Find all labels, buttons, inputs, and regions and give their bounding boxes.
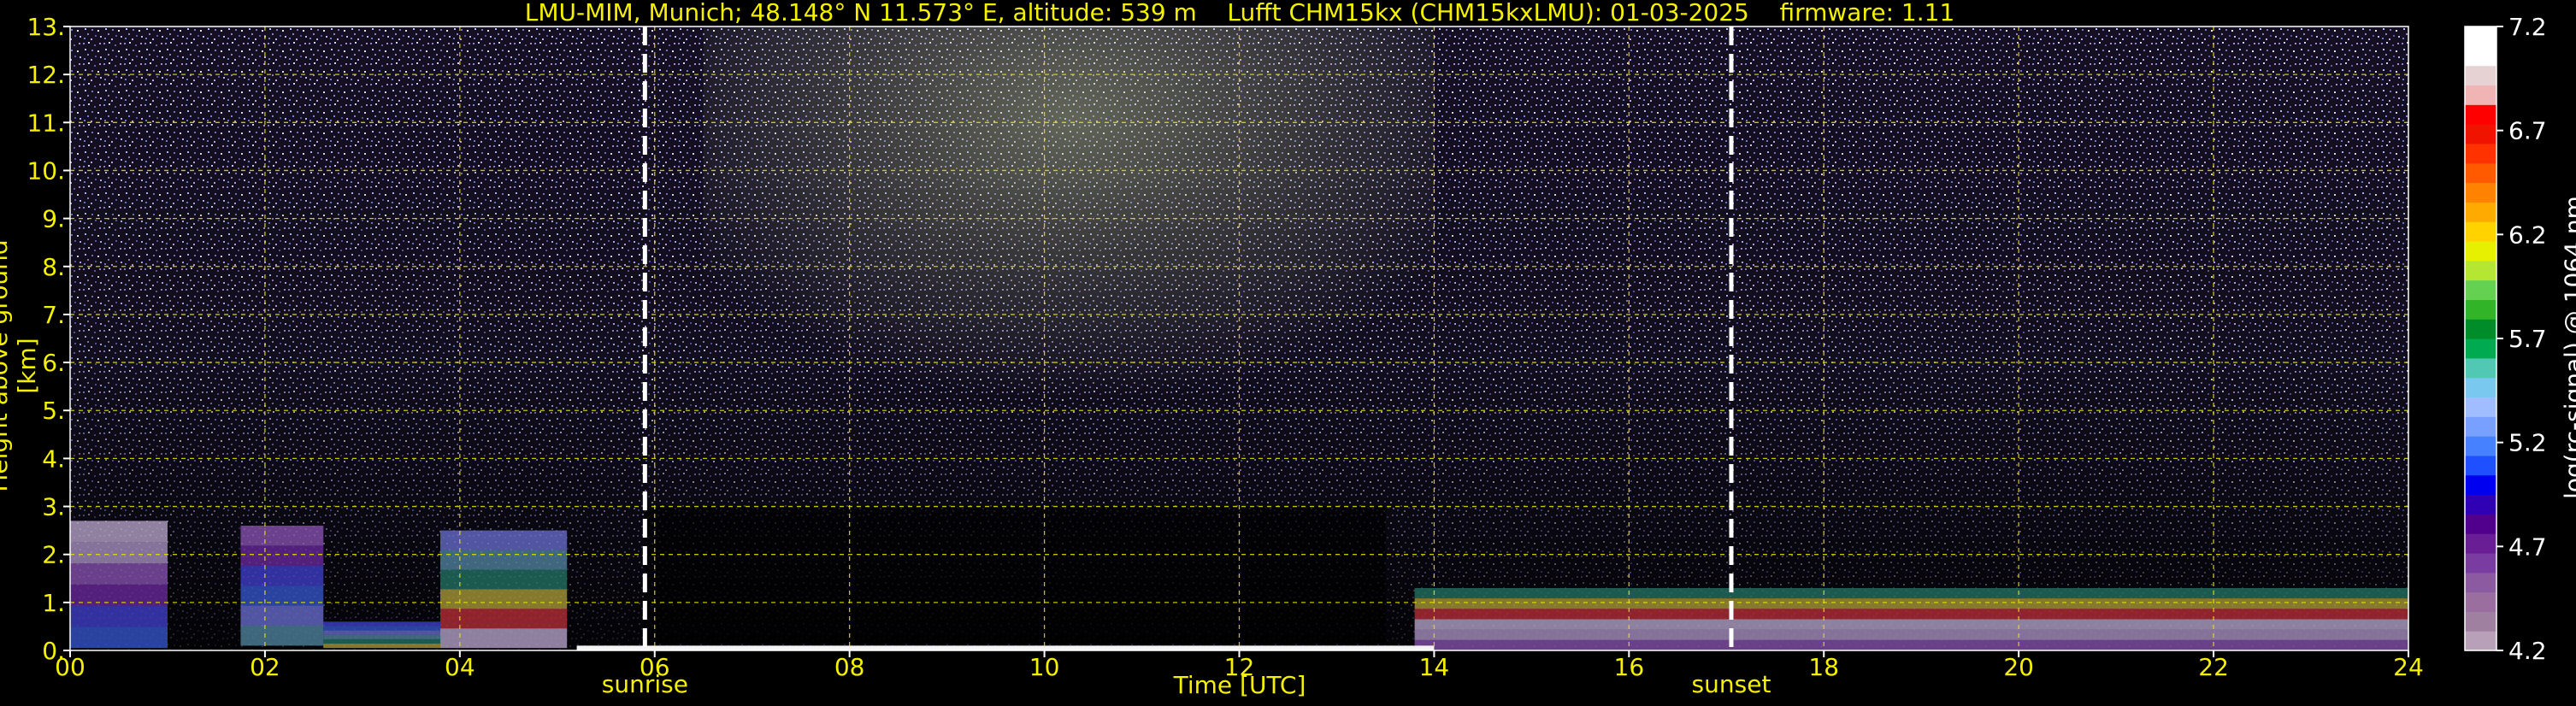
layer-band [240, 526, 324, 546]
layer-band [323, 630, 441, 635]
layer-band [323, 626, 441, 631]
signal-layer [70, 521, 168, 649]
colorbar-tick-label: 4.7 [2508, 532, 2547, 561]
colorbar-segment [2465, 162, 2496, 184]
layer-band [240, 605, 324, 626]
layer-band [323, 644, 441, 649]
x-tick-label: 02 [250, 653, 280, 681]
x-tick-label: 20 [2003, 653, 2034, 681]
colorbar-segment [2465, 338, 2496, 359]
layer-band [240, 625, 324, 646]
layer-band [1414, 629, 2408, 640]
y-tick-label: 6. [42, 349, 65, 377]
colorbar-segment [2465, 279, 2496, 300]
x-tick-label: 24 [2393, 653, 2424, 681]
y-tick-label: 10. [27, 156, 65, 185]
layer-band [70, 521, 168, 543]
y-tick-label: 5. [42, 397, 65, 425]
y-tick-label: 2. [42, 541, 65, 569]
y-tick-label: 7. [42, 301, 65, 329]
colorbar-segment [2465, 26, 2496, 47]
y-tick-label: 4. [42, 444, 65, 473]
layer-band [1414, 639, 2408, 650]
layer-band [323, 621, 441, 627]
x-tick-label: 06 [640, 653, 670, 681]
layer-band [240, 565, 324, 586]
x-tick-label: 12 [1224, 653, 1255, 681]
x-tick-label: 18 [1808, 653, 1839, 681]
layer-band [70, 584, 168, 606]
colorbar-tick-label: 7.2 [2508, 13, 2547, 41]
colorbar-segment [2465, 65, 2496, 86]
colorbar-segment [2465, 202, 2496, 222]
colorbar-segment [2465, 631, 2496, 651]
signal-layer [323, 621, 441, 649]
colorbar-tick-label: 6.7 [2508, 117, 2547, 145]
colorbar: 4.2 4.7 5.2 5.7 6.2 6.7 7.2 [2464, 13, 2547, 665]
layer-band [240, 545, 324, 566]
colorbar-segment [2465, 124, 2496, 144]
chart-svg: sunrise sunset 00 02 04 06 08 10 12 14 16 18 20 22 24… [27, 13, 2547, 698]
layer-band [323, 638, 441, 644]
x-tick-label: 22 [2198, 653, 2229, 681]
colorbar-segment [2465, 182, 2496, 203]
colorbar-segment [2465, 85, 2496, 105]
sun-marker-label: sunset [1692, 670, 1771, 698]
colorbar-segment [2465, 319, 2496, 339]
y-tick-label: 3. [42, 493, 65, 521]
y-tick-label: 13. [27, 13, 65, 41]
y-tick-label: 12. [27, 61, 65, 89]
y-tick-label: 1. [42, 589, 65, 617]
colorbar-segment [2465, 455, 2496, 476]
layer-band [70, 562, 168, 585]
layer-band [70, 605, 168, 627]
colorbar-segment [2465, 377, 2496, 398]
y-tick-label: 0. [42, 637, 65, 665]
colorbar-segment [2465, 104, 2496, 125]
y-tick-label: 8. [42, 253, 65, 281]
signal-layer [240, 526, 324, 646]
colorbar-segment [2465, 552, 2496, 574]
colorbar-tick-label: 4.2 [2508, 637, 2547, 665]
colorbar-segment [2465, 221, 2496, 242]
colorbar-segment [2465, 572, 2496, 593]
colorbar-segment [2465, 514, 2496, 534]
colorbar-segment [2465, 45, 2496, 67]
colorbar-segment [2465, 416, 2496, 437]
y-tick-label: 11. [27, 109, 65, 137]
x-tick-label: 14 [1419, 653, 1450, 681]
y-tick-label: 9. [42, 205, 65, 233]
clear-boundary-region [645, 506, 1386, 644]
colorbar-segment [2465, 143, 2496, 164]
colorbar-segment [2465, 260, 2496, 281]
colorbar-segment [2465, 533, 2496, 554]
colorbar-segment [2465, 591, 2496, 612]
colorbar-tick-label: 5.7 [2508, 325, 2547, 353]
layer-band [1414, 598, 2408, 609]
layer-band [1414, 619, 2408, 630]
x-tick-label: 16 [1614, 653, 1645, 681]
x-tick-label: 08 [834, 653, 865, 681]
colorbar-tick-label: 5.2 [2508, 429, 2547, 457]
layer-band [1414, 609, 2408, 620]
layer-band [1414, 588, 2408, 599]
figure: LMU-MIM, Munich; 48.148° N 11.573° E, al… [0, 0, 2576, 706]
layer-band [70, 627, 168, 649]
colorbar-segment [2465, 474, 2496, 496]
signal-layer [1414, 588, 2408, 650]
layer-band [323, 634, 441, 639]
colorbar-tick-label: 6.2 [2508, 221, 2547, 249]
colorbar-segment [2465, 357, 2496, 379]
colorbar-segment [2465, 240, 2496, 262]
colorbar-segment [2465, 494, 2496, 515]
colorbar-segment [2465, 299, 2496, 320]
x-tick-label: 10 [1029, 653, 1060, 681]
ground-return [576, 645, 1435, 650]
x-tick-label: 04 [445, 653, 475, 681]
layer-band [70, 542, 168, 563]
colorbar-segment [2465, 436, 2496, 456]
colorbar-segment [2465, 611, 2496, 632]
colorbar-segment [2465, 397, 2496, 417]
